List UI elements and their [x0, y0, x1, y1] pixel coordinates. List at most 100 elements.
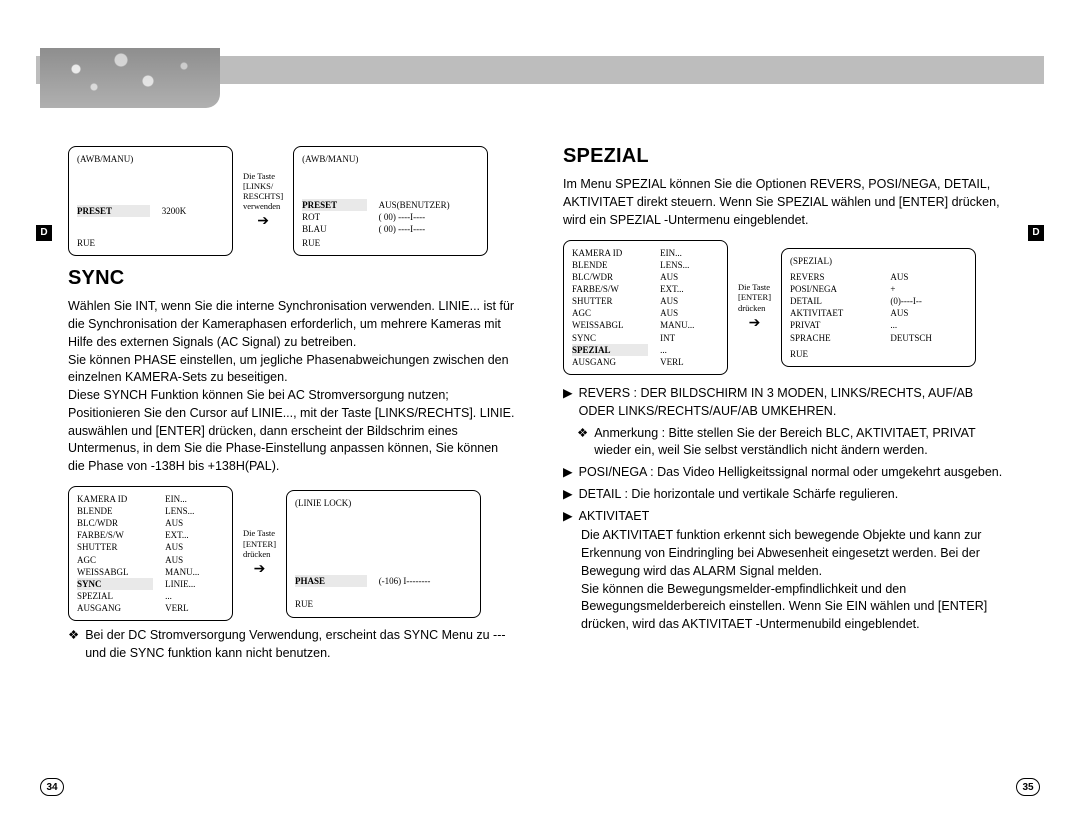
osd-value: AUS(BENUTZER): [379, 199, 480, 211]
osd-label: BLENDE: [77, 505, 153, 517]
manual-spread: D D (AWB/MANU) PRESET 3200K RUE Die Tast…: [0, 0, 1080, 816]
osd-value: AUS: [890, 271, 967, 283]
osd-value: 3200K: [162, 205, 224, 217]
triangle-icon: ▶: [563, 385, 573, 421]
osd-label: SHUTTER: [572, 295, 648, 307]
osd-value: (0)----I--: [890, 295, 967, 307]
osd-main-menu-sync: KAMERA IDEIN...BLENDELENS...BLC/WDRAUSFA…: [68, 486, 233, 621]
osd-footer: RUE: [302, 237, 320, 249]
osd-value: EXT...: [660, 283, 719, 295]
osd-value: (-106) I--------: [379, 575, 472, 587]
osd-value: AUS: [165, 517, 224, 529]
osd-label: KAMERA ID: [572, 247, 648, 259]
osd-title: (LINIE LOCK): [295, 497, 472, 509]
heading-spezial: SPEZIAL: [563, 142, 1012, 170]
osd-label: BLAU: [302, 223, 367, 235]
osd-value: +: [890, 283, 967, 295]
osd-value: AUS: [890, 307, 967, 319]
arrow-right-icon: ➔: [254, 559, 266, 579]
osd-title: (AWB/MANU): [302, 153, 479, 165]
osd-label: REVERS: [790, 271, 878, 283]
osd-label: PHASE: [295, 575, 367, 587]
osd-value: EIN...: [660, 247, 719, 259]
osd-label: SPEZIAL: [572, 344, 648, 356]
osd-title: (AWB/MANU): [77, 153, 224, 165]
osd-value: VERL: [660, 356, 719, 368]
osd-value: LINIE...: [165, 578, 224, 590]
note-text: Bei der DC Stromversorgung Verwendung, e…: [85, 627, 517, 663]
osd-linie-lock: (LINIE LOCK) PHASE (-106) I-------- RUE: [286, 490, 481, 618]
osd-value: MANU...: [660, 319, 719, 331]
bullet-revers: REVERS : DER BILDSCHIRM IN 3 MODEN, LINK…: [579, 385, 1012, 421]
osd-label: SPRACHE: [790, 332, 878, 344]
osd-label: BLC/WDR: [77, 517, 153, 529]
arrow-instruction: Die Taste [ENTER] drücken ➔: [243, 528, 276, 578]
osd-label: FARBE/S/W: [572, 283, 648, 295]
osd-value: ( 00) ----I----: [379, 223, 480, 235]
osd-value: AUS: [660, 271, 719, 283]
osd-label: SYNC: [572, 332, 648, 344]
right-page: SPEZIAL Im Menu SPEZIAL können Sie die O…: [563, 146, 1012, 663]
osd-label: AGC: [77, 554, 153, 566]
bullet-posinega: POSI/NEGA : Das Video Helligkeitssignal …: [579, 464, 1003, 482]
osd-label: SYNC: [77, 578, 153, 590]
osd-value: EXT...: [165, 529, 224, 541]
osd-value: AUS: [660, 307, 719, 319]
osd-value: MANU...: [165, 566, 224, 578]
osd-footer: RUE: [295, 598, 313, 610]
osd-label: FARBE/S/W: [77, 529, 153, 541]
osd-label: WEISSABGL: [572, 319, 648, 331]
osd-label: PRIVAT: [790, 319, 878, 331]
arrow-label: Die Taste [ENTER] drücken: [738, 282, 771, 313]
diamond-icon: ❖: [68, 627, 79, 663]
osd-value: ...: [890, 319, 967, 331]
side-tab-left: D: [36, 225, 52, 241]
bullet-detail: DETAIL : Die horizontale und vertikale S…: [579, 486, 899, 504]
osd-value: DEUTSCH: [890, 332, 967, 344]
page-number-right: 35: [1016, 778, 1040, 796]
osd-main-menu-spezial: KAMERA ID EIN... BLENDE LENS... BLC/WDR AUS FA…: [563, 240, 728, 375]
triangle-icon: ▶: [563, 486, 573, 504]
osd-label: DETAIL: [790, 295, 878, 307]
osd-value: AUS: [165, 554, 224, 566]
arrow-instruction: Die Taste [ENTER] drücken ➔: [738, 282, 771, 332]
osd-label: KAMERA ID: [77, 493, 153, 505]
osd-title: (SPEZIAL): [790, 255, 967, 267]
osd-label: AUSGANG: [572, 356, 648, 368]
osd-value: VERL: [165, 602, 224, 614]
osd-label: BLENDE: [572, 259, 648, 271]
arrow-label: Die Taste [LINKS/ RESCHTS] verwenden: [243, 171, 283, 212]
osd-label: ROT: [302, 211, 367, 223]
osd-value: AUS: [660, 295, 719, 307]
bullet-anmerkung: Anmerkung : Bitte stellen Sie der Bereic…: [594, 425, 1012, 461]
arrow-right-icon: ➔: [257, 211, 269, 231]
spezial-intro: Im Menu SPEZIAL können Sie die Optionen …: [563, 176, 1012, 229]
triangle-icon: ▶: [563, 464, 573, 482]
osd-value: LENS...: [660, 259, 719, 271]
osd-awb-user: (AWB/MANU) PRESET AUS(BENUTZER) ROT ( 00…: [293, 146, 488, 256]
header-graphic: [40, 48, 220, 108]
arrow-right-icon: ➔: [749, 313, 761, 333]
bullet-aktivitaet: AKTIVITAET: [579, 508, 650, 526]
note-dc-power: ❖ Bei der DC Stromversorgung Verwendung,…: [68, 627, 517, 663]
osd-label: POSI/NEGA: [790, 283, 878, 295]
osd-label: AUSGANG: [77, 602, 153, 614]
diamond-icon: ❖: [577, 425, 588, 461]
osd-footer: RUE: [77, 237, 95, 249]
page-number-left: 34: [40, 778, 64, 796]
osd-label: PRESET: [302, 199, 367, 211]
osd-value: ...: [165, 590, 224, 602]
left-page: (AWB/MANU) PRESET 3200K RUE Die Taste [L…: [68, 146, 517, 663]
side-tab-right: D: [1028, 225, 1044, 241]
osd-label: AKTIVITAET: [790, 307, 878, 319]
triangle-icon: ▶: [563, 508, 573, 526]
aktivitaet-body: Die AKTIVITAET funktion erkennt sich bew…: [563, 527, 1012, 634]
arrow-label: Die Taste [ENTER] drücken: [243, 528, 276, 559]
osd-label: SPEZIAL: [77, 590, 153, 602]
osd-label: SHUTTER: [77, 541, 153, 553]
osd-label: BLC/WDR: [572, 271, 648, 283]
osd-value: ...: [660, 344, 719, 356]
sync-body: Wählen Sie INT, wenn Sie die interne Syn…: [68, 298, 517, 476]
osd-value: INT: [660, 332, 719, 344]
osd-value: AUS: [165, 541, 224, 553]
